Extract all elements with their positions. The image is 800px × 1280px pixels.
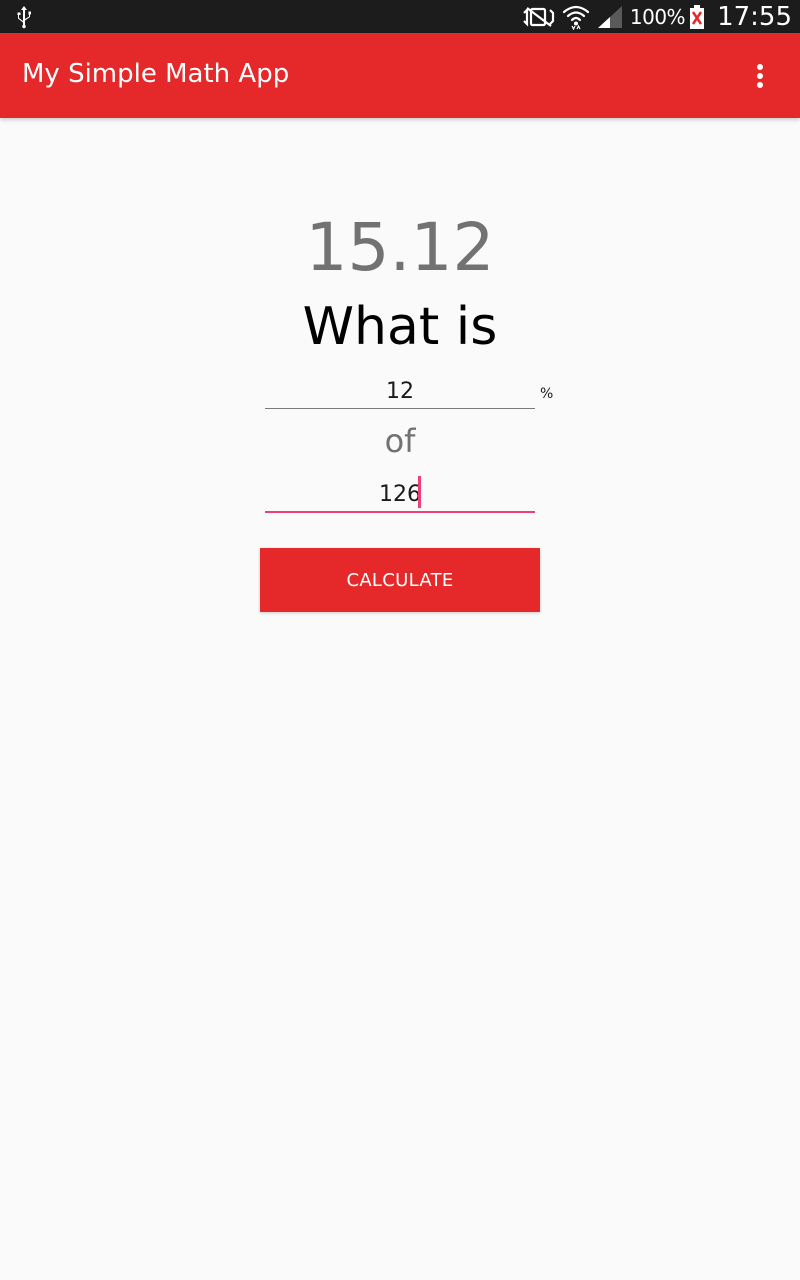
status-bar: 100% 17:55 — [0, 0, 800, 33]
battery-percent: 100% — [629, 4, 686, 29]
overflow-menu-icon[interactable] — [744, 61, 776, 91]
calculate-button[interactable]: CALCULATE — [260, 548, 540, 612]
vibrate-off-icon — [523, 6, 554, 27]
percent-input-underline — [265, 408, 535, 409]
question-label: What is — [302, 297, 498, 357]
wifi-icon — [562, 5, 589, 30]
signal-icon — [597, 5, 622, 28]
app-title: My Simple Math App — [22, 59, 290, 89]
of-label: of — [384, 422, 416, 460]
percent-sign: % — [540, 386, 554, 402]
text-cursor — [418, 476, 421, 508]
status-icons: 100% 17:55 — [522, 0, 792, 33]
percent-input[interactable] — [265, 373, 535, 409]
total-input[interactable] — [265, 476, 535, 512]
clock: 17:55 — [717, 1, 792, 32]
battery-icon — [690, 4, 705, 29]
app-bar: My Simple Math App — [0, 33, 800, 118]
usb-icon — [17, 6, 31, 29]
result-value: 15.12 — [305, 209, 495, 286]
total-input-underline — [265, 511, 535, 513]
